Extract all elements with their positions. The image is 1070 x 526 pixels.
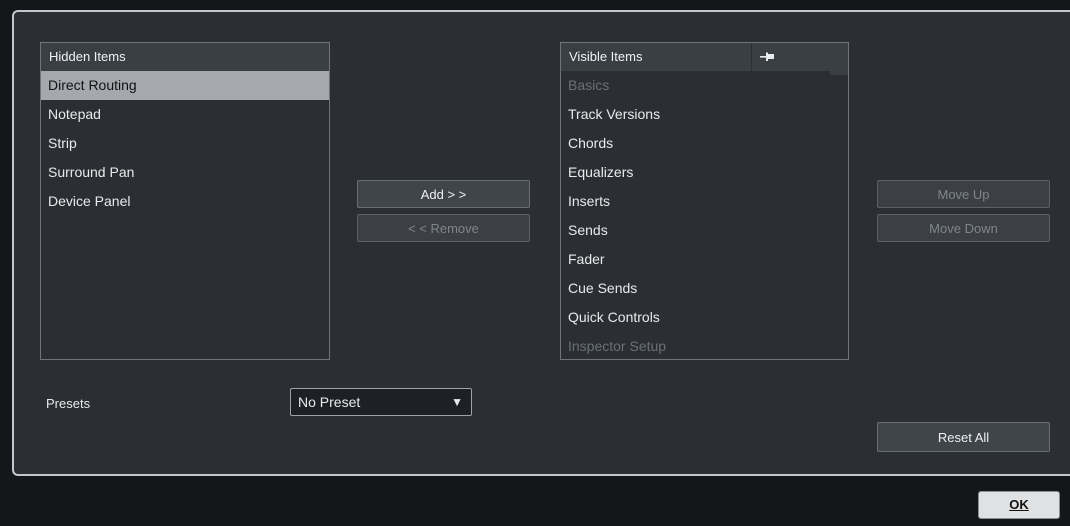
visible-items-header-label: Visible Items [569,49,643,64]
hidden-item-surround-pan[interactable]: Surround Pan [41,158,329,187]
hidden-item-device-panel[interactable]: Device Panel [41,187,329,216]
visible-item-sends[interactable]: Sends [561,216,848,245]
presets-label: Presets [46,396,91,411]
header-column-divider [751,43,752,71]
visible-item-cue-sends[interactable]: Cue Sends [561,274,848,303]
visible-item-equalizers[interactable]: Equalizers [561,158,848,187]
visible-item-fader[interactable]: Fader [561,245,848,274]
preset-dropdown[interactable]: No Preset ▼ [290,388,472,416]
visible-item-inspector-setup: Inspector Setup [568,338,667,354]
hidden-item-strip[interactable]: Strip [41,129,329,158]
visible-items-header: Visible Items [561,43,848,71]
hidden-items-header: Hidden Items [41,43,329,71]
remove-button[interactable]: < < Remove [357,214,530,242]
hidden-item-direct-routing[interactable]: Direct Routing [41,71,329,100]
visible-item-inserts[interactable]: Inserts [561,187,848,216]
pin-icon[interactable] [759,43,775,71]
visible-item-chords[interactable]: Chords [561,129,848,158]
scrollbar[interactable] [830,71,848,75]
visible-item-quick-controls[interactable]: Quick Controls [561,303,848,332]
ok-button[interactable]: OK [978,491,1060,519]
add-button[interactable]: Add > > [357,180,530,208]
hidden-items-list[interactable]: Hidden Items Direct Routing Notepad Stri… [40,42,330,360]
ok-button-label: OK [1009,497,1029,512]
preset-dropdown-value: No Preset [298,394,361,410]
reset-all-button[interactable]: Reset All [877,422,1050,452]
setup-panel: Hidden Items Direct Routing Notepad Stri… [12,10,1070,476]
move-down-button[interactable]: Move Down [877,214,1050,242]
visible-items-list[interactable]: Visible Items Basics Track Versions Chor… [560,42,849,360]
visible-item-basics: Basics [568,77,610,93]
move-up-button[interactable]: Move Up [877,180,1050,208]
dropdown-arrow-icon: ▼ [451,395,463,409]
visible-item-track-versions[interactable]: Track Versions [561,100,848,129]
hidden-item-notepad[interactable]: Notepad [41,100,329,129]
